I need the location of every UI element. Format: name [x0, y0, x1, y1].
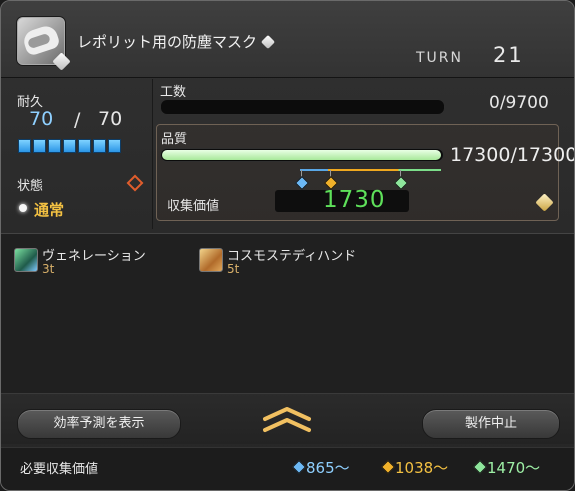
collectability-threshold-line — [300, 169, 441, 171]
durability-pip — [108, 139, 121, 153]
quality-value: 17300/17300 — [450, 144, 575, 166]
abort-crafting-button[interactable]: 製作中止 — [422, 409, 560, 439]
condition-label: 状態 — [17, 179, 44, 194]
item-name: レポリット用の防塵マスク — [77, 33, 258, 51]
collapse-chevron-icon[interactable] — [259, 404, 315, 434]
quality-label: 品質 — [161, 132, 188, 147]
durability-pip — [48, 139, 61, 153]
required-collectability-label: 必要収集価値 — [20, 462, 99, 477]
durability-bar — [18, 139, 121, 153]
durability-pip — [63, 139, 76, 153]
collectability-value: 1730 — [323, 187, 386, 213]
buff-turns: 5t — [227, 262, 240, 276]
dust-mask-icon — [17, 17, 71, 71]
show-efficiency-prediction-button[interactable]: 効率予測を表示 — [17, 409, 181, 439]
turn-value: 21 — [493, 43, 524, 67]
tier-orange-value: 1038～ — [395, 459, 449, 477]
tier-blue-value: 865～ — [306, 459, 350, 477]
durability-pip — [78, 139, 91, 153]
progress-value: 0/9700 — [489, 93, 549, 113]
quality-bar-fill — [162, 150, 441, 160]
buff-turns: 3t — [42, 262, 55, 276]
progress-bar — [160, 99, 445, 115]
cosmos-steady-hand-icon[interactable] — [199, 248, 223, 272]
durability-pip — [33, 139, 46, 153]
condition-value: 通常 — [34, 201, 65, 219]
veneration-icon[interactable] — [14, 248, 38, 272]
buff-name: ヴェネレーション — [42, 249, 146, 264]
condition-dot-icon — [19, 204, 27, 212]
buff-name: コスモステディハンド — [227, 249, 357, 264]
panel-divider — [152, 79, 153, 229]
durability-pip — [93, 139, 106, 153]
tier-green-value: 1470～ — [487, 459, 541, 477]
durability-max: 70 — [98, 108, 123, 130]
progress-label: 工数 — [160, 85, 187, 100]
durability-current: 70 — [29, 108, 54, 130]
durability-separator: / — [74, 109, 81, 131]
durability-pip — [18, 139, 31, 153]
collectability-label: 収集価値 — [167, 199, 220, 214]
turn-label: TURN — [416, 50, 463, 66]
crafting-log-window: レポリット用の防塵マスク TURN 21 耐久 70 / 70 状態 通常 工数… — [0, 0, 575, 491]
